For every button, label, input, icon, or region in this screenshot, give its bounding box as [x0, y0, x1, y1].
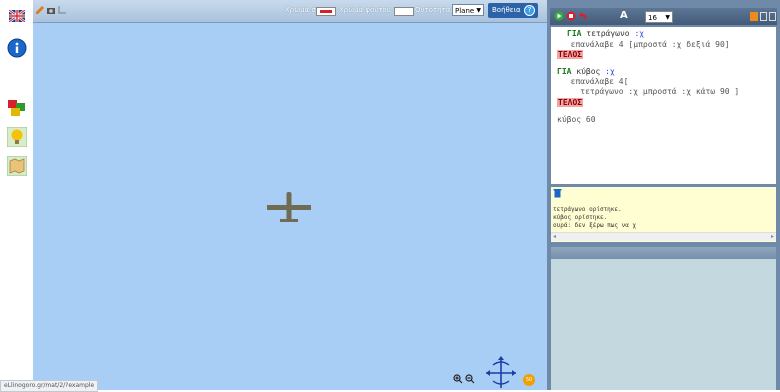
bg-color-label: Χρώμα φόντου: — [339, 6, 394, 14]
language-flag-icon[interactable] — [9, 10, 25, 22]
code-line: επανάλαβε 4[ — [561, 77, 629, 86]
pan-arrows-icon[interactable] — [483, 355, 519, 390]
code-line: ΓΙΑ κύβος :χ — [557, 67, 615, 76]
console-line: κύβος ορίστηκε. — [553, 214, 608, 221]
minimize-icon[interactable] — [750, 12, 758, 21]
console-line: ουρά: δεν ξέρω πως να χ — [553, 222, 637, 229]
zoom-in-icon[interactable] — [453, 374, 463, 384]
object-label: Οντότητα: — [415, 6, 453, 14]
code-line: επανάλαβε 4 [μπροστά :χ δεξιά 90] — [561, 40, 730, 49]
bg-color-swatch[interactable] — [394, 7, 414, 16]
help-button[interactable]: Βοήθεια? — [488, 3, 538, 18]
font-size-value: 16 — [648, 14, 657, 22]
scroll-left-icon[interactable]: ◂ — [553, 233, 556, 240]
chevron-down-icon: ▼ — [476, 7, 481, 14]
code-editor[interactable]: ΓΙΑ τετράγωνο :χ επανάλαβε 4 [μπροστά :χ… — [551, 27, 776, 184]
lower-panel-header — [551, 247, 776, 259]
pen-color-swatch[interactable] — [316, 7, 336, 16]
code-line: ΤΕΛΟΣ — [557, 50, 584, 59]
scroll-right-icon[interactable]: ▸ — [771, 233, 774, 240]
cubes-example-icon[interactable] — [7, 98, 27, 118]
restore-icon[interactable] — [760, 12, 767, 21]
maximize-icon[interactable] — [769, 12, 776, 21]
status-url: eLlinogoro.gr/mat/2/?example — [0, 380, 99, 392]
console-line: τετράγωνο ορίστηκε. — [553, 206, 622, 213]
camera-icon[interactable] — [46, 5, 56, 15]
zoom-out-icon[interactable] — [465, 374, 475, 384]
lightbulb-icon[interactable] — [7, 127, 27, 147]
pen-icon[interactable] — [35, 5, 45, 15]
info-icon[interactable] — [7, 38, 27, 58]
run-icon[interactable] — [554, 11, 564, 21]
code-line: ΓΙΑ τετράγωνο :χ — [567, 29, 645, 38]
code-line: τετράγωνο :χ μπροστά :χ κάτω 90 ] — [561, 87, 740, 96]
editor-toolbar: A 16 ▼ — [550, 8, 777, 25]
code-line: κύβος 60 — [557, 115, 596, 124]
nav-badge[interactable]: 50 — [523, 374, 535, 386]
console-scrollbar[interactable]: ◂ ▸ — [551, 232, 776, 241]
axes-icon[interactable] — [57, 5, 67, 15]
stop-icon[interactable] — [566, 11, 576, 21]
canvas-toolbar: Χρώμα στυλό: Χρώμα φόντου: Οντότητα: Pla… — [33, 0, 547, 23]
turtle-canvas[interactable]: Χρώμα στυλό: Χρώμα φόντου: Οντότητα: Pla… — [33, 0, 547, 390]
object-select-value: Plane — [455, 7, 475, 15]
help-button-label: Βοήθεια — [492, 6, 521, 14]
left-toolbar — [0, 0, 33, 390]
font-size-select[interactable]: 16 ▼ — [645, 11, 673, 23]
object-select[interactable]: Plane ▼ — [452, 4, 484, 16]
map-icon[interactable] — [7, 156, 27, 176]
help-icon: ? — [524, 5, 535, 16]
turtle-plane-icon — [267, 192, 311, 222]
font-size-icon: A — [620, 10, 628, 21]
code-line: ΤΕΛΟΣ — [557, 98, 584, 107]
chevron-down-icon: ▼ — [665, 14, 670, 21]
editor-panel: A 16 ▼ ΓΙΑ τετράγωνο :χ επανάλαβε 4 [μπρο… — [547, 0, 780, 390]
trash-icon[interactable] — [553, 188, 562, 198]
lower-panel — [551, 247, 776, 390]
undo-icon[interactable] — [578, 11, 589, 21]
